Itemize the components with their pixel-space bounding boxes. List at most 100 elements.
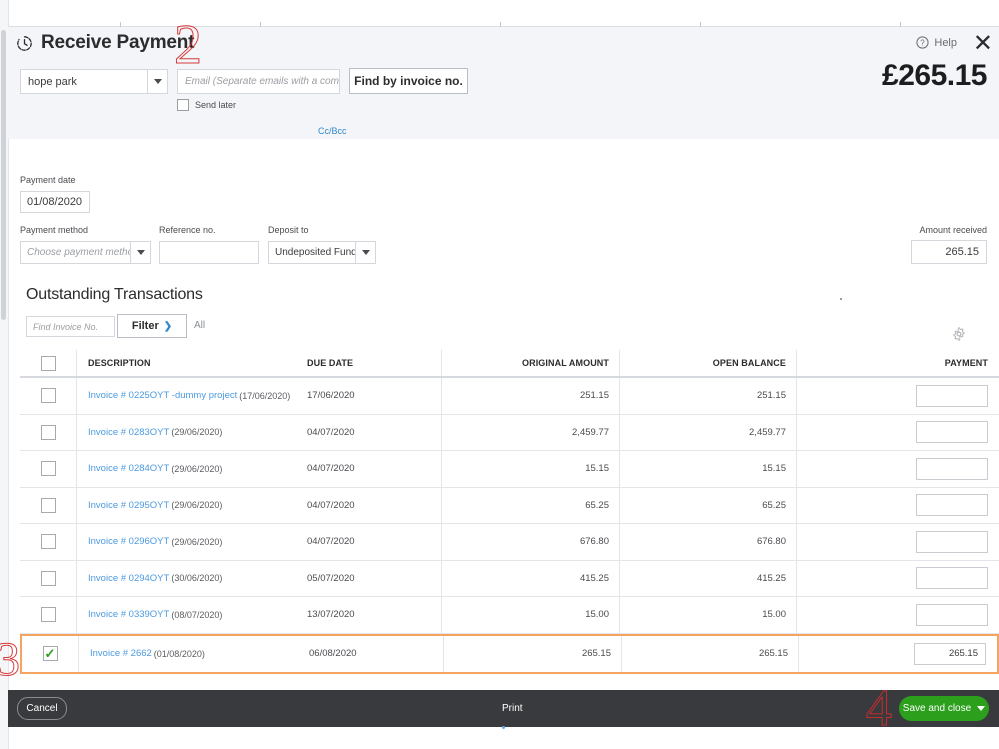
send-later-checkbox[interactable] (177, 99, 189, 111)
payment-input[interactable] (916, 494, 988, 517)
invoice-link[interactable]: Invoice # 0283OYT (88, 427, 169, 438)
chevron-down-icon[interactable] (147, 70, 167, 93)
select-all-cell[interactable] (20, 350, 77, 376)
row-checkbox[interactable] (40, 570, 56, 586)
invoice-link[interactable]: Invoice # 0295OYT (88, 500, 169, 511)
payment-input[interactable] (916, 530, 988, 553)
row-checkbox[interactable]: ✓ (42, 646, 58, 661)
row-select-cell[interactable] (20, 414, 77, 450)
due-date-value: 04/07/2020 (307, 463, 355, 475)
description-cell: Invoice # 0339OYT (08/07/2020) (77, 597, 300, 633)
filter-all-label[interactable]: All (194, 320, 205, 331)
row-select-cell[interactable]: ✓ (22, 635, 79, 672)
table-row[interactable]: Invoice # 0283OYT (29/06/2020) 04/07/2020 2… (20, 414, 999, 451)
print-button[interactable]: Print (502, 703, 523, 714)
row-checkbox[interactable] (40, 497, 56, 513)
amount-received-input[interactable]: 265.15 (911, 240, 987, 264)
row-select-cell[interactable] (20, 451, 77, 487)
close-icon[interactable]: ✕ (973, 32, 993, 56)
payment-input[interactable] (916, 421, 988, 444)
row-select-cell[interactable] (20, 487, 77, 523)
payment-date-label: Payment date (20, 175, 76, 185)
check-icon: ✓ (44, 646, 56, 661)
row-select-cell[interactable] (20, 378, 77, 414)
invoice-link[interactable]: Invoice # 2662 (90, 648, 152, 659)
row-select-cell[interactable] (20, 560, 77, 596)
deposit-to-select[interactable]: Undeposited Funds (268, 241, 376, 264)
column-header-original-amount: ORIGINAL AMOUNT (522, 358, 609, 368)
save-and-close-button[interactable]: Save and close (899, 696, 989, 721)
description-cell: Invoice # 0283OYT (29/06/2020) (77, 415, 300, 451)
help-label: Help (934, 36, 957, 49)
row-checkbox[interactable] (40, 461, 56, 477)
open-balance-cell: 15.00 (620, 597, 797, 633)
invoice-link[interactable]: Invoice # 0294OYT (88, 573, 169, 584)
table-row[interactable]: Invoice # 0339OYT (08/07/2020) 13/07/2020 1… (20, 597, 999, 634)
email-input[interactable]: Email (Separate emails with a comma) (177, 69, 340, 94)
payment-input[interactable] (916, 567, 988, 590)
description-cell: Invoice # 0295OYT (29/06/2020) (77, 488, 300, 524)
invoice-link[interactable]: Invoice # 0284OYT (88, 463, 169, 474)
chevron-down-icon[interactable] (977, 706, 986, 711)
invoice-link[interactable]: Invoice # 0225OYT -dummy project (88, 390, 237, 401)
due-date-cell: 04/07/2020 (300, 451, 442, 487)
payment-method-label: Payment method (20, 225, 89, 235)
svg-text:?: ? (921, 39, 926, 48)
row-checkbox[interactable] (40, 424, 56, 440)
due-date-cell: 05/07/2020 (300, 560, 442, 596)
payment-input[interactable] (916, 457, 988, 480)
find-invoice-input[interactable]: Find Invoice No. (26, 316, 115, 337)
reference-no-input[interactable] (159, 241, 259, 264)
invoice-date: (29/06/2020) (171, 463, 223, 474)
payment-method-select[interactable]: Choose payment method (20, 241, 151, 264)
row-checkbox[interactable] (40, 607, 56, 623)
open-balance-cell: 15.15 (620, 451, 797, 487)
open-balance-value: 15.00 (762, 609, 786, 621)
cancel-button[interactable]: Cancel (17, 697, 67, 720)
gear-icon[interactable] (952, 327, 966, 346)
help-button[interactable]: ? Help (916, 36, 957, 49)
table-row[interactable]: ✓ Invoice # 2662 (01/08/2020) 06/08/2020 265… (20, 633, 999, 674)
table-row[interactable]: Invoice # 0225OYT -dummy project (17/06/2… (20, 378, 999, 415)
original-amount-cell: 15.15 (442, 451, 620, 487)
filter-button[interactable]: Filter ❯ (117, 314, 187, 338)
history-clock-icon[interactable] (16, 35, 33, 52)
invoice-link[interactable]: Invoice # 0339OYT (88, 609, 169, 620)
payment-date-input[interactable]: 01/08/2020 (20, 191, 90, 213)
scrollbar-thumb[interactable] (1, 30, 6, 320)
table-row[interactable]: Invoice # 0296OYT (29/06/2020) 04/07/2020 6… (20, 524, 999, 561)
invoice-date: (29/06/2020) (171, 500, 223, 511)
table-row[interactable]: Invoice # 0295OYT (29/06/2020) 04/07/2020 6… (20, 487, 999, 524)
payment-method-placeholder: Choose payment method (27, 247, 130, 258)
table-row[interactable]: Invoice # 0284OYT (29/06/2020) 04/07/2020 1… (20, 451, 999, 488)
payment-input[interactable] (916, 603, 988, 626)
column-header-description: DESCRIPTION (88, 358, 151, 368)
payment-cell (797, 561, 999, 597)
payment-input[interactable] (916, 384, 988, 407)
outstanding-transactions-title: Outstanding Transactions (26, 286, 203, 303)
chevron-down-icon[interactable] (355, 242, 375, 263)
description-cell: Invoice # 0284OYT (29/06/2020) (77, 451, 300, 487)
row-checkbox[interactable] (40, 388, 56, 404)
customer-select[interactable]: hope park (20, 69, 168, 94)
open-balance-value: 265.15 (758, 648, 788, 659)
due-date-value: 04/07/2020 (307, 426, 355, 438)
original-amount-value: 15.15 (585, 463, 609, 475)
find-by-invoice-button[interactable]: Find by invoice no. (349, 68, 468, 94)
description-cell: Invoice # 0225OYT -dummy project (17/06/2… (77, 378, 300, 414)
row-checkbox[interactable] (40, 534, 56, 550)
invoice-link[interactable]: Invoice # 0296OYT (88, 536, 169, 547)
due-date-value: 13/07/2020 (307, 609, 355, 621)
table-row[interactable]: Invoice # 0294OYT (30/06/2020) 05/07/2020 4… (20, 560, 999, 597)
payment-input[interactable]: 265.15 (914, 642, 986, 665)
row-select-cell[interactable] (20, 524, 77, 560)
open-balance-value: 15.15 (762, 463, 786, 475)
row-select-cell[interactable] (20, 597, 77, 633)
chevron-down-icon[interactable] (130, 242, 150, 263)
ccbcc-link[interactable]: Cc/Bcc (318, 126, 347, 136)
due-date-cell: 17/06/2020 (300, 378, 442, 414)
send-later-row[interactable]: Send later (177, 99, 236, 111)
payment-cell (797, 415, 999, 451)
select-all-checkbox[interactable] (40, 355, 56, 371)
original-amount-cell: 15.00 (442, 597, 620, 633)
